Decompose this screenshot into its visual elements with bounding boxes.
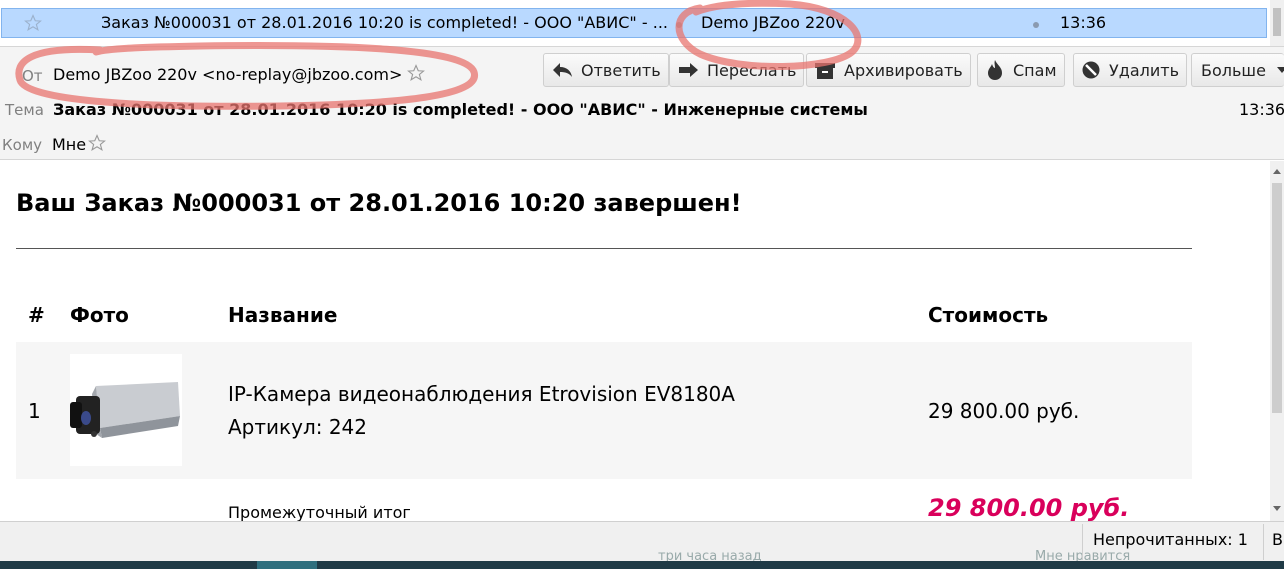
status-divider [1263, 524, 1264, 560]
message-list-row[interactable]: Заказ №000031 от 28.01.2016 10:20 is com… [0, 0, 1270, 44]
order-title: Ваш Заказ №000031 от 28.01.2016 10:20 за… [16, 189, 742, 217]
selected-message[interactable]: Заказ №000031 от 28.01.2016 10:20 is com… [1, 8, 1267, 38]
subject-label: Тема [5, 101, 44, 119]
delete-button[interactable]: Удалить [1073, 53, 1187, 87]
dot-icon [1033, 22, 1039, 28]
list-scrollbar[interactable] [1270, 0, 1284, 46]
more-button[interactable]: Больше [1191, 53, 1284, 87]
unread-count: Непрочитанных: 1 [1093, 530, 1248, 549]
list-time: 13:36 [1060, 13, 1107, 32]
spam-button[interactable]: Спам [977, 53, 1065, 87]
archive-icon [815, 63, 835, 79]
spam-label: Спам [1013, 60, 1057, 80]
from-label: От [22, 67, 43, 85]
subtotal-label: Промежуточный итог [228, 503, 411, 521]
column-header-name: Название [228, 303, 338, 327]
list-sender: Demo JBZoo 220v [701, 13, 845, 32]
to-label: Кому [2, 136, 43, 154]
chevron-down-icon [1276, 67, 1284, 73]
more-label: Больше [1201, 60, 1266, 80]
delete-label: Удалить [1109, 60, 1179, 80]
product-name: IP-Камера видеонаблюдения Etrovision EV8… [228, 382, 735, 406]
forward-label: Переслать [707, 60, 797, 80]
flame-icon [988, 60, 1002, 80]
status-divider [1082, 524, 1083, 560]
status-bar: три часа назад Мне нравится Непрочитанны… [0, 521, 1284, 564]
reply-button[interactable]: Ответить [543, 53, 669, 87]
scroll-down-icon[interactable] [1270, 501, 1284, 515]
archive-button[interactable]: Архивировать [806, 53, 971, 87]
star-icon[interactable] [407, 64, 425, 82]
from-value[interactable]: Demo JBZoo 220v <no-replay@jbzoo.com> [53, 65, 402, 84]
product-price: 29 800.00 руб. [928, 399, 1080, 423]
reply-label: Ответить [581, 60, 661, 80]
header-time: 13:36 [1239, 100, 1284, 119]
subtotal-value: 29 800.00 руб. [928, 494, 1130, 521]
scrollbar-thumb[interactable] [1272, 183, 1282, 413]
column-header-photo: Фото [70, 303, 129, 327]
forward-button[interactable]: Переслать [669, 53, 805, 87]
status-extra: В [1272, 530, 1283, 549]
row-number: 1 [28, 399, 41, 423]
dot-icon [676, 22, 682, 28]
message-body: Ваш Заказ №000031 от 28.01.2016 10:20 за… [0, 161, 1270, 521]
divider [16, 248, 1192, 249]
star-icon[interactable] [24, 14, 42, 32]
column-header-num: # [28, 303, 45, 327]
taskbar-item[interactable] [257, 561, 317, 569]
column-header-price: Стоимость [928, 303, 1049, 327]
archive-label: Архивировать [844, 60, 963, 80]
to-value[interactable]: Мне [52, 135, 86, 154]
list-subject: Заказ №000031 от 28.01.2016 10:20 is com… [101, 13, 668, 32]
body-scrollbar[interactable] [1270, 161, 1284, 521]
scroll-up-icon[interactable] [1270, 165, 1284, 179]
taskbar [0, 561, 1284, 569]
product-sku: Артикул: 242 [228, 415, 367, 439]
forward-icon [679, 63, 698, 77]
star-icon[interactable] [88, 134, 106, 152]
delete-icon [1082, 61, 1100, 79]
message-header: От Demo JBZoo 220v <no-replay@jbzoo.com>… [0, 46, 1284, 160]
product-photo [70, 354, 182, 466]
scrollbar-thumb[interactable] [1273, 8, 1281, 36]
subject-value: Заказ №000031 от 28.01.2016 10:20 is com… [53, 100, 868, 119]
reply-icon [553, 63, 572, 77]
